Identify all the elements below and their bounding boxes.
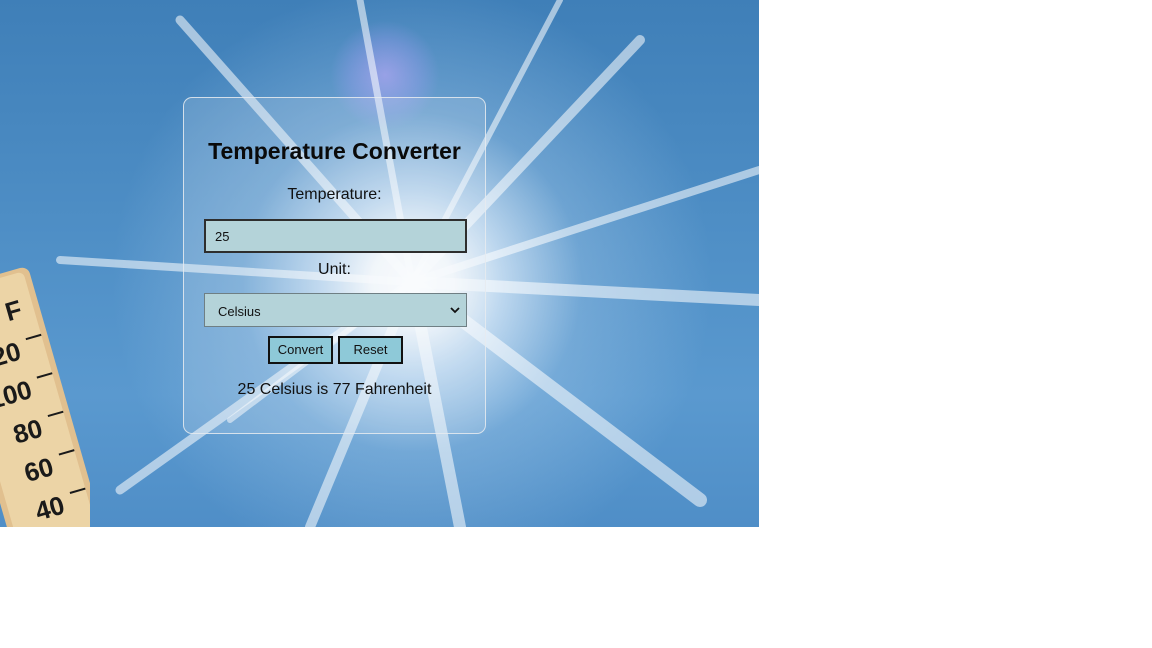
page-title: Temperature Converter — [208, 138, 461, 164]
chevron-down-icon — [450, 307, 460, 314]
unit-label: Unit: — [318, 261, 351, 278]
converter-card: Temperature Converter Temperature: Unit:… — [183, 97, 486, 434]
unit-select[interactable]: Celsius — [204, 293, 467, 327]
reset-button[interactable]: Reset — [338, 336, 403, 364]
temperature-input[interactable] — [204, 219, 467, 253]
convert-button[interactable]: Convert — [268, 336, 333, 364]
result-text: 25 Celsius is 77 Fahrenheit — [237, 381, 432, 398]
unit-select-value: Celsius — [218, 304, 261, 319]
thermometer-image: F 120 100 80 60 40 — [0, 267, 90, 527]
temperature-label: Temperature: — [287, 186, 382, 203]
